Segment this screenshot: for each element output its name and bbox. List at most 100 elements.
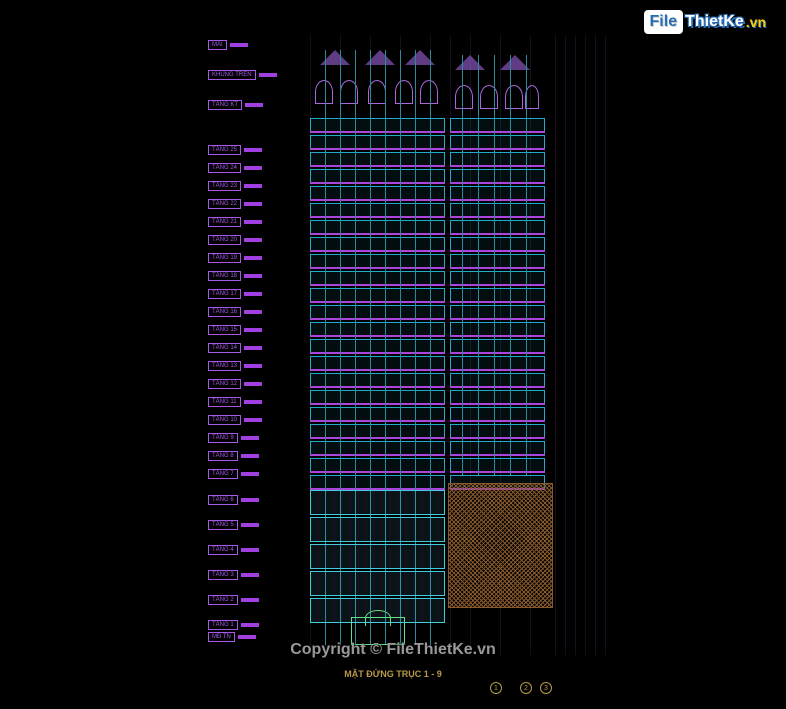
floor-label-bar <box>238 635 256 639</box>
floor-label-bar <box>241 472 259 476</box>
floor-label-text: TẦNG 6 <box>208 495 238 505</box>
roof-right <box>450 55 545 80</box>
floor-label-bar <box>245 103 263 107</box>
floor-label-bar <box>244 274 262 278</box>
adjacent-building-hatch <box>448 483 553 608</box>
floor-label-bar <box>244 328 262 332</box>
floor-label-bar <box>230 43 248 47</box>
floor-label-text: TẦNG 8 <box>208 451 238 461</box>
floor-label: TẦNG 4 <box>208 545 259 555</box>
floor-label-text: TẦNG 10 <box>208 415 241 425</box>
floor-label: TẦNG 6 <box>208 495 259 505</box>
floor-label-text: TẦNG 22 <box>208 199 241 209</box>
floor-label-text: TẦNG 25 <box>208 145 241 155</box>
floor-label-bar <box>244 184 262 188</box>
floor-label-bar <box>241 548 259 552</box>
floor-label: TẦNG 2 <box>208 595 259 605</box>
floor-label-bar <box>244 148 262 152</box>
floor-label-text: TẦNG 24 <box>208 163 241 173</box>
floor-label-text: TẦNG 4 <box>208 545 238 555</box>
floor-label: TẦNG 18 <box>208 271 262 281</box>
floor-label: TẦNG 15 <box>208 325 262 335</box>
floor-label-bar <box>241 623 259 627</box>
floor-label-text: KHUNG TRÊN <box>208 70 256 80</box>
copyright-text: Copyright © FileThietKe.vn <box>290 641 496 659</box>
floor-label: TẦNG 8 <box>208 451 259 461</box>
floor-label-text: MĐ TN <box>208 632 235 642</box>
floor-label-bar <box>241 498 259 502</box>
floor-label-text: TẦNG 12 <box>208 379 241 389</box>
floor-label-text: MÁI <box>208 40 227 50</box>
floor-label: TẦNG 11 <box>208 397 262 407</box>
floor-label-bar <box>244 292 262 296</box>
arch-ornament-right <box>450 85 545 115</box>
floor-label-text: TẦNG 18 <box>208 271 241 281</box>
floor-label-bar <box>241 436 259 440</box>
floor-label: KHUNG TRÊN <box>208 70 277 80</box>
building-elevation-left <box>310 50 445 645</box>
logo-box: File ThietKe .vn <box>644 10 766 34</box>
floor-label: MÁI <box>208 40 248 50</box>
floor-label-text: TẦNG 23 <box>208 181 241 191</box>
floor-label-text: TẦNG 15 <box>208 325 241 335</box>
floor-label: TẦNG 17 <box>208 289 262 299</box>
floor-label-bar <box>244 238 262 242</box>
building-elevation-right <box>450 55 545 475</box>
logo-part-thietke: ThietKe <box>685 13 744 31</box>
drawing-title: MẶT ĐỨNG TRỤC 1 - 9 <box>344 669 441 679</box>
floor-label-bar <box>244 418 262 422</box>
floor-label-bar <box>244 382 262 386</box>
watermark-logo: File ThietKe .vn <box>644 10 766 34</box>
floor-label-bar <box>244 400 262 404</box>
floor-label-bar <box>241 573 259 577</box>
floor-label-text: TẦNG 1 <box>208 620 238 630</box>
floor-label: TẦNG 19 <box>208 253 262 263</box>
floor-label: TẦNG 21 <box>208 217 262 227</box>
floor-label: TẦNG 24 <box>208 163 262 173</box>
floor-label-bar <box>241 523 259 527</box>
floor-label-bar <box>244 220 262 224</box>
floor-label: TẦNG 13 <box>208 361 262 371</box>
floor-label-bar <box>259 73 277 77</box>
floor-label-bar <box>244 346 262 350</box>
floor-label-bar <box>244 256 262 260</box>
floor-label-text: TẦNG 20 <box>208 235 241 245</box>
floor-label-text: TẦNG 3 <box>208 570 238 580</box>
floor-label: TẦNG 1 <box>208 620 259 630</box>
floor-label-bar <box>244 166 262 170</box>
floor-label: TẦNG 5 <box>208 520 259 530</box>
floor-label-bar <box>241 454 259 458</box>
floor-label: TẦNG 23 <box>208 181 262 191</box>
floor-label: TẦNG 20 <box>208 235 262 245</box>
floor-label-text: TẦNG 21 <box>208 217 241 227</box>
logo-part-vn: .vn <box>746 14 766 30</box>
floor-label-bar <box>244 310 262 314</box>
floor-label: TẦNG 7 <box>208 469 259 479</box>
floor-label: TẦNG 14 <box>208 343 262 353</box>
floor-label: MĐ TN <box>208 632 256 642</box>
floor-label: TẦNG 25 <box>208 145 262 155</box>
floor-label-text: TẦNG KT <box>208 100 242 110</box>
floor-label-bar <box>241 598 259 602</box>
floor-label-text: TẦNG 11 <box>208 397 241 407</box>
axis-marker: 1 <box>490 682 502 694</box>
floor-label-text: TẦNG 7 <box>208 469 238 479</box>
floor-label: TẦNG KT <box>208 100 263 110</box>
roof <box>310 50 445 75</box>
axis-marker: 2 <box>520 682 532 694</box>
floor-label: TẦNG 16 <box>208 307 262 317</box>
floor-label: TẦNG 12 <box>208 379 262 389</box>
floor-label-bar <box>244 202 262 206</box>
floor-label: TẦNG 9 <box>208 433 259 443</box>
floor-label-text: TẦNG 9 <box>208 433 238 443</box>
floor-label: TẦNG 3 <box>208 570 259 580</box>
axis-marker: 3 <box>540 682 552 694</box>
floor-label-bar <box>244 364 262 368</box>
floor-label-text: TẦNG 16 <box>208 307 241 317</box>
floor-label-text: TẦNG 19 <box>208 253 241 263</box>
floor-label: TẦNG 22 <box>208 199 262 209</box>
floor-label: TẦNG 10 <box>208 415 262 425</box>
floor-label-text: TẦNG 14 <box>208 343 241 353</box>
podium <box>310 490 445 645</box>
arch-ornament-level <box>310 80 445 110</box>
